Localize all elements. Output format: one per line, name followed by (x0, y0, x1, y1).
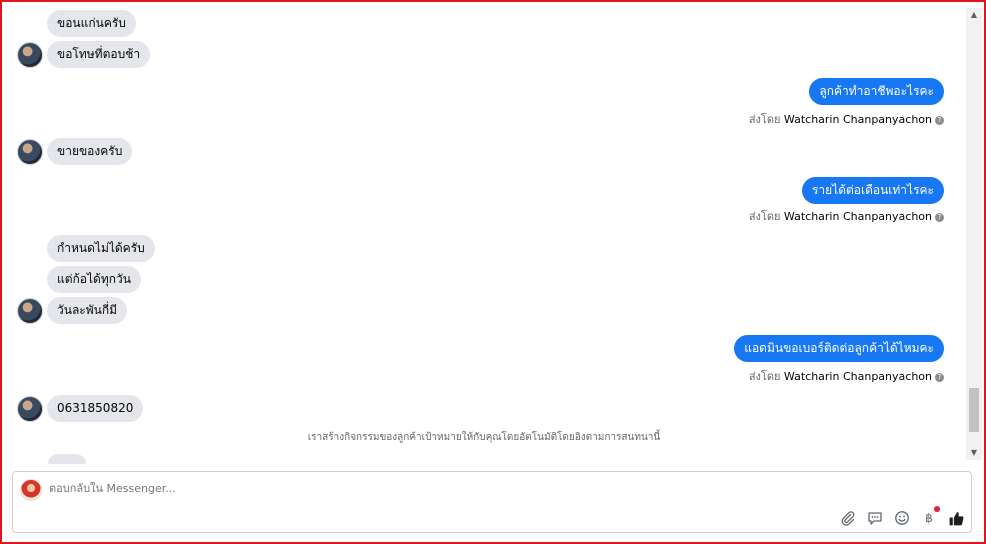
reply-composer: ฿ (12, 471, 972, 533)
paperclip-icon[interactable] (839, 509, 857, 527)
vertical-scrollbar[interactable]: ▲ ▼ (966, 8, 982, 460)
message-bubble: แอดมินขอเบอร์ติดต่อลูกค้าได้ไหมคะ (734, 335, 944, 362)
incoming-message: วันละพันกี่มี (47, 297, 128, 324)
message-bubble: วันละพันกี่มี (47, 297, 128, 324)
incoming-message: ขอนแก่นครับ (47, 10, 136, 37)
incoming-message: แต่ก้อได้ทุกวัน (47, 266, 141, 293)
message-bubble: กำหนดไม่ได้ครับ (47, 235, 155, 262)
incoming-message: 0631850820 (47, 395, 144, 422)
contact-avatar[interactable] (17, 298, 43, 324)
sent-by-label: ส่งโดย Watcharin Chanpanyachon? (749, 207, 944, 225)
notification-dot (934, 506, 940, 512)
activity-notice: เราสร้างกิจกรรมของลูกค้าเป้าหมายให้กับคุ… (307, 432, 661, 443)
help-icon[interactable]: ? (935, 373, 944, 382)
contact-avatar[interactable] (17, 396, 43, 422)
reply-input[interactable] (49, 482, 549, 495)
scroll-up-arrow-icon[interactable]: ▲ (966, 8, 982, 22)
outgoing-message: แอดมินขอเบอร์ติดต่อลูกค้าได้ไหมคะ (734, 335, 944, 362)
contact-avatar[interactable] (17, 139, 43, 165)
chat-bubble-icon[interactable] (866, 509, 884, 527)
sent-by-label: ส่งโดย Watcharin Chanpanyachon? (749, 110, 944, 128)
sender-name: Watcharin Chanpanyachon (783, 113, 932, 126)
scroll-down-arrow-icon[interactable]: ▼ (966, 446, 982, 460)
help-icon[interactable]: ? (935, 213, 944, 222)
partial-message-bubble (48, 454, 86, 464)
outgoing-message: รายได้ต่อเดือนเท่าไรคะ (801, 177, 944, 204)
outgoing-message: ลูกค้าทำอาชีพอะไรคะ (809, 78, 944, 105)
sender-name: Watcharin Chanpanyachon (783, 210, 932, 223)
composer-toolbar: ฿ (839, 506, 965, 528)
contact-avatar[interactable] (17, 42, 43, 68)
message-bubble: ลูกค้าทำอาชีพอะไรคะ (809, 78, 944, 105)
thumbs-up-icon[interactable] (947, 509, 965, 527)
smiley-icon[interactable] (893, 509, 911, 527)
incoming-message: กำหนดไม่ได้ครับ (47, 235, 155, 262)
page-avatar (20, 479, 42, 501)
baht-icon[interactable]: ฿ (920, 506, 940, 527)
message-bubble: 0631850820 (47, 395, 144, 422)
incoming-message: ขายของครับ (47, 138, 133, 165)
message-bubble: ขายของครับ (47, 138, 133, 165)
scrollbar-thumb[interactable] (969, 388, 979, 432)
sender-name: Watcharin Chanpanyachon (783, 370, 932, 383)
message-bubble: แต่ก้อได้ทุกวัน (47, 266, 141, 293)
message-bubble: ขอโทษที่ตอบช้า (47, 41, 151, 68)
incoming-message: ขอโทษที่ตอบช้า (47, 41, 151, 68)
sent-by-label: ส่งโดย Watcharin Chanpanyachon? (749, 367, 944, 385)
message-bubble: ขอนแก่นครับ (47, 10, 136, 37)
help-icon[interactable]: ? (935, 116, 944, 125)
message-bubble: รายได้ต่อเดือนเท่าไรคะ (801, 177, 944, 204)
message-thread: ขอนแก่นครับ ขอโทษที่ตอบช้า ลูกค้าทำอาชีพ… (2, 2, 966, 464)
